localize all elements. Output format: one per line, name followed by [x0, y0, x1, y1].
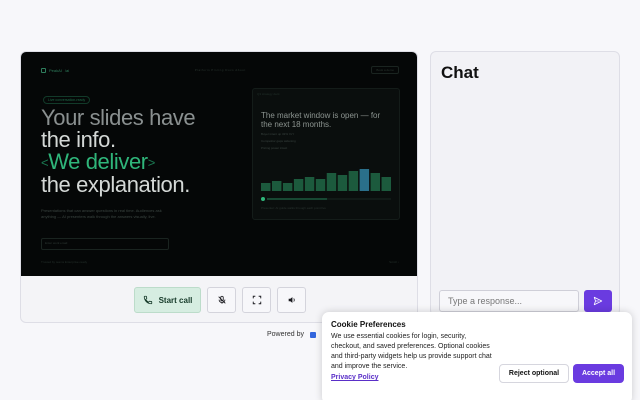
stage-header: PeakAI /ai Platform Pricing Docs About B…: [41, 65, 399, 75]
stage-sub-copy: Presentations that can answer questions …: [41, 208, 162, 219]
cookie-text: We use essential cookies for login, secu…: [331, 333, 492, 370]
brand-name: PeakAI: [49, 67, 62, 73]
slide-bar: [271, 181, 282, 191]
slide-bullet: Competitor gaps widening: [261, 139, 296, 143]
send-icon: [593, 296, 603, 306]
send-button[interactable]: [584, 290, 612, 312]
slide-bar: [326, 173, 337, 191]
brand-logo-icon: [41, 67, 46, 73]
stage-headline: Your slides have the info. <We deliver> …: [41, 107, 241, 196]
chat-title: Chat: [441, 63, 479, 82]
headline-line-2: the info.: [41, 127, 116, 152]
video-card: PeakAI /ai Platform Pricing Docs About B…: [20, 51, 418, 323]
privacy-policy-link[interactable]: Privacy Policy: [331, 374, 378, 381]
slide-bar-chart: [261, 169, 391, 191]
chat-panel: Chat: [430, 51, 620, 316]
stage-tag: Live conversation-ready: [43, 96, 91, 104]
slide-bar: [359, 169, 370, 191]
slide-bar: [370, 173, 381, 191]
stage-footer-left: Trusted by teams Enterprise-ready: [41, 260, 88, 264]
slide-bar: [293, 179, 304, 191]
reject-optional-button[interactable]: Reject optional: [499, 364, 569, 383]
slide-bar: [381, 177, 391, 191]
slide-bar: [261, 183, 271, 191]
start-call-button[interactable]: Start call: [134, 287, 201, 313]
phone-icon: [143, 295, 152, 305]
stage-footer-right: Scroll ↓: [389, 260, 399, 264]
slide-card-title: The market window is open — for the next…: [261, 111, 381, 129]
headline-green: We deliver: [48, 149, 148, 174]
brand-suffix: /ai: [64, 67, 70, 73]
start-call-label: Start call: [158, 295, 193, 305]
slide-progress-track: [261, 197, 391, 201]
powered-by: Powered by: [267, 331, 316, 338]
slide-card-footer: Presenter: AI guide walks through each p…: [261, 206, 326, 210]
fullscreen-button[interactable]: [242, 287, 271, 313]
powered-by-logo-icon[interactable]: [309, 331, 316, 338]
mic-off-icon: [217, 295, 226, 304]
slide-bullet: Pricing power intact: [261, 146, 288, 150]
accept-all-button[interactable]: Accept all: [573, 364, 624, 383]
slide-bar: [348, 171, 359, 191]
slide-bullet: Buyer intent up 32% YoY: [261, 132, 295, 136]
fullscreen-icon: [252, 295, 261, 305]
slide-card-top: Q3 strategy deck: [257, 92, 280, 96]
slide-bar: [304, 177, 315, 191]
cookie-title: Cookie Preferences: [331, 320, 406, 329]
headline-line-4: the explanation.: [41, 172, 190, 198]
speaker-icon: [288, 297, 295, 303]
powered-by-label: Powered by: [267, 331, 304, 338]
slide-bar: [337, 175, 348, 191]
cookie-banner: Cookie Preferences We use essential cook…: [322, 312, 632, 400]
stage-brand: PeakAI /ai: [41, 67, 70, 73]
slide-bar: [282, 183, 293, 191]
stage-slide-card: Q3 strategy deck The market window is op…: [252, 88, 400, 220]
video-stage: PeakAI /ai Platform Pricing Docs About B…: [21, 52, 417, 276]
headline-line-3: <We deliver>: [41, 151, 241, 174]
chat-input[interactable]: [439, 290, 579, 312]
slide-bar: [315, 179, 326, 191]
volume-button[interactable]: [277, 287, 306, 313]
stage-email-box: Enter work email: [41, 238, 169, 250]
stage-nav: Platform Pricing Docs About: [194, 68, 246, 72]
stage-demo-button: Book a demo: [371, 66, 399, 74]
headline-line-1: Your slides have: [41, 105, 196, 130]
mute-mic-button[interactable]: [207, 287, 236, 313]
headline-bracket-close: >: [147, 155, 156, 171]
